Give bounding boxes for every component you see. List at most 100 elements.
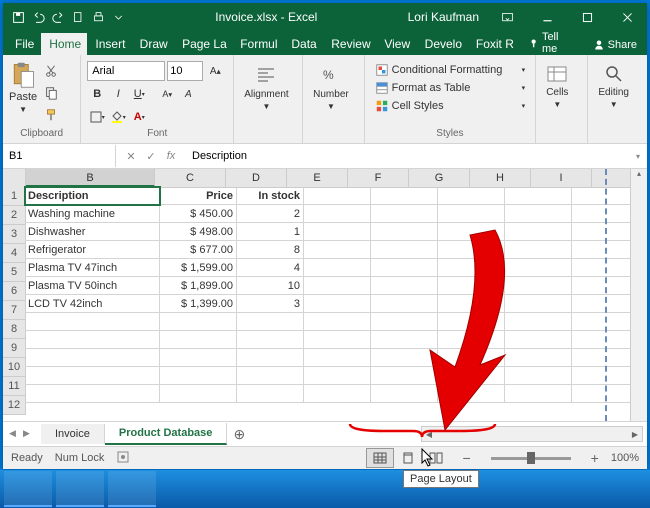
zoom-level[interactable]: 100% [611, 452, 639, 464]
share-button[interactable]: Share [583, 35, 647, 55]
tab-insert[interactable]: Insert [87, 33, 131, 55]
cell[interactable] [438, 385, 505, 403]
font-shrink-icon[interactable]: A▾ [157, 84, 177, 104]
cell[interactable] [304, 205, 371, 223]
cell[interactable] [505, 385, 572, 403]
column-header[interactable]: H [470, 169, 531, 187]
row-header[interactable]: 4 [3, 244, 26, 263]
editing-button[interactable]: Editing▼ [594, 61, 633, 111]
cell[interactable] [438, 313, 505, 331]
cell[interactable] [505, 241, 572, 259]
fx-icon[interactable]: fx [162, 147, 180, 165]
cell[interactable] [371, 385, 438, 403]
enter-formula-icon[interactable]: ✓ [142, 147, 160, 165]
redo-icon[interactable] [49, 8, 67, 26]
zoom-out-icon[interactable]: − [462, 450, 470, 466]
cell[interactable] [438, 187, 505, 205]
copy-icon[interactable] [41, 83, 61, 103]
tab-review[interactable]: Review [323, 33, 376, 55]
tab-foxit[interactable]: Foxit R [468, 33, 520, 55]
cell[interactable] [438, 259, 505, 277]
column-header[interactable]: I [531, 169, 592, 187]
font-name-input[interactable] [87, 61, 165, 81]
cell[interactable]: 3 [237, 295, 304, 313]
cell[interactable]: Plasma TV 50inch [25, 277, 160, 295]
cell[interactable]: $ 1,899.00 [160, 277, 237, 295]
row-header[interactable]: 1 [3, 187, 26, 206]
cell[interactable] [304, 295, 371, 313]
cell[interactable] [304, 313, 371, 331]
row-header[interactable]: 10 [3, 358, 26, 377]
cell[interactable] [304, 187, 371, 205]
cell[interactable] [371, 241, 438, 259]
cell[interactable]: LCD TV 42inch [25, 295, 160, 313]
row-header[interactable]: 7 [3, 301, 26, 320]
format-as-table-button[interactable]: Format as Table▾ [371, 79, 530, 97]
hscroll-left-icon[interactable]: ◀ [422, 428, 436, 440]
font-grow-icon[interactable]: A▴ [205, 61, 225, 81]
tab-data[interactable]: Data [283, 33, 323, 55]
new-icon[interactable] [69, 8, 87, 26]
cell[interactable] [25, 367, 160, 385]
bold-button[interactable]: B [87, 84, 107, 104]
add-sheet-icon[interactable]: ⊕ [227, 426, 251, 443]
cell[interactable] [237, 313, 304, 331]
spreadsheet-grid[interactable]: BCDEFGHI 123456789101112 DescriptionPric… [3, 169, 647, 421]
cell[interactable] [371, 367, 438, 385]
column-header[interactable]: F [348, 169, 409, 187]
cell[interactable] [25, 385, 160, 403]
column-header[interactable]: B [26, 169, 155, 187]
zoom-in-icon[interactable]: + [591, 450, 599, 466]
row-header[interactable]: 12 [3, 396, 26, 415]
cell[interactable]: In stock [237, 187, 304, 205]
cell[interactable] [505, 277, 572, 295]
cell[interactable] [438, 223, 505, 241]
cell[interactable] [505, 367, 572, 385]
cell[interactable]: $ 498.00 [160, 223, 237, 241]
column-header[interactable]: C [155, 169, 226, 187]
cell[interactable] [25, 331, 160, 349]
cell[interactable] [505, 205, 572, 223]
cell[interactable]: $ 677.00 [160, 241, 237, 259]
cell[interactable] [25, 349, 160, 367]
maximize-icon[interactable] [567, 3, 607, 31]
page-break-view-icon[interactable] [422, 448, 450, 468]
cell[interactable] [304, 385, 371, 403]
cell[interactable] [237, 349, 304, 367]
cell[interactable] [438, 205, 505, 223]
cell[interactable]: Price [160, 187, 237, 205]
row-header[interactable]: 2 [3, 206, 26, 225]
column-header[interactable]: E [287, 169, 348, 187]
cell[interactable] [371, 205, 438, 223]
cell[interactable] [438, 331, 505, 349]
cell[interactable]: 1 [237, 223, 304, 241]
save-icon[interactable] [9, 8, 27, 26]
cell[interactable] [304, 259, 371, 277]
cell[interactable] [304, 223, 371, 241]
font-color-button[interactable]: A▾ [129, 107, 149, 127]
column-header[interactable]: G [409, 169, 470, 187]
cut-icon[interactable] [41, 61, 61, 81]
cell[interactable] [505, 295, 572, 313]
font-size-input[interactable] [167, 61, 203, 81]
cell[interactable]: Refrigerator [25, 241, 160, 259]
name-box[interactable] [3, 145, 116, 167]
close-icon[interactable] [607, 3, 647, 31]
row-header[interactable]: 6 [3, 282, 26, 301]
taskbar-item[interactable] [4, 471, 52, 507]
account-name[interactable]: Lori Kaufman [400, 10, 487, 24]
expand-formula-icon[interactable]: ▾ [629, 147, 647, 165]
sheet-tab-invoice[interactable]: Invoice [41, 424, 105, 444]
cell[interactable] [160, 349, 237, 367]
cell[interactable] [438, 277, 505, 295]
italic-button[interactable]: I [108, 84, 128, 104]
cell[interactable]: Description [25, 187, 160, 205]
tab-formulas[interactable]: Formul [232, 33, 283, 55]
underline-button[interactable]: U▾ [129, 84, 149, 104]
ribbon-options-icon[interactable] [487, 3, 527, 31]
select-all-corner[interactable] [3, 169, 26, 187]
cell[interactable] [505, 187, 572, 205]
clear-format-icon[interactable]: A [178, 84, 198, 104]
cell[interactable] [160, 385, 237, 403]
border-button[interactable]: ▾ [87, 107, 107, 127]
